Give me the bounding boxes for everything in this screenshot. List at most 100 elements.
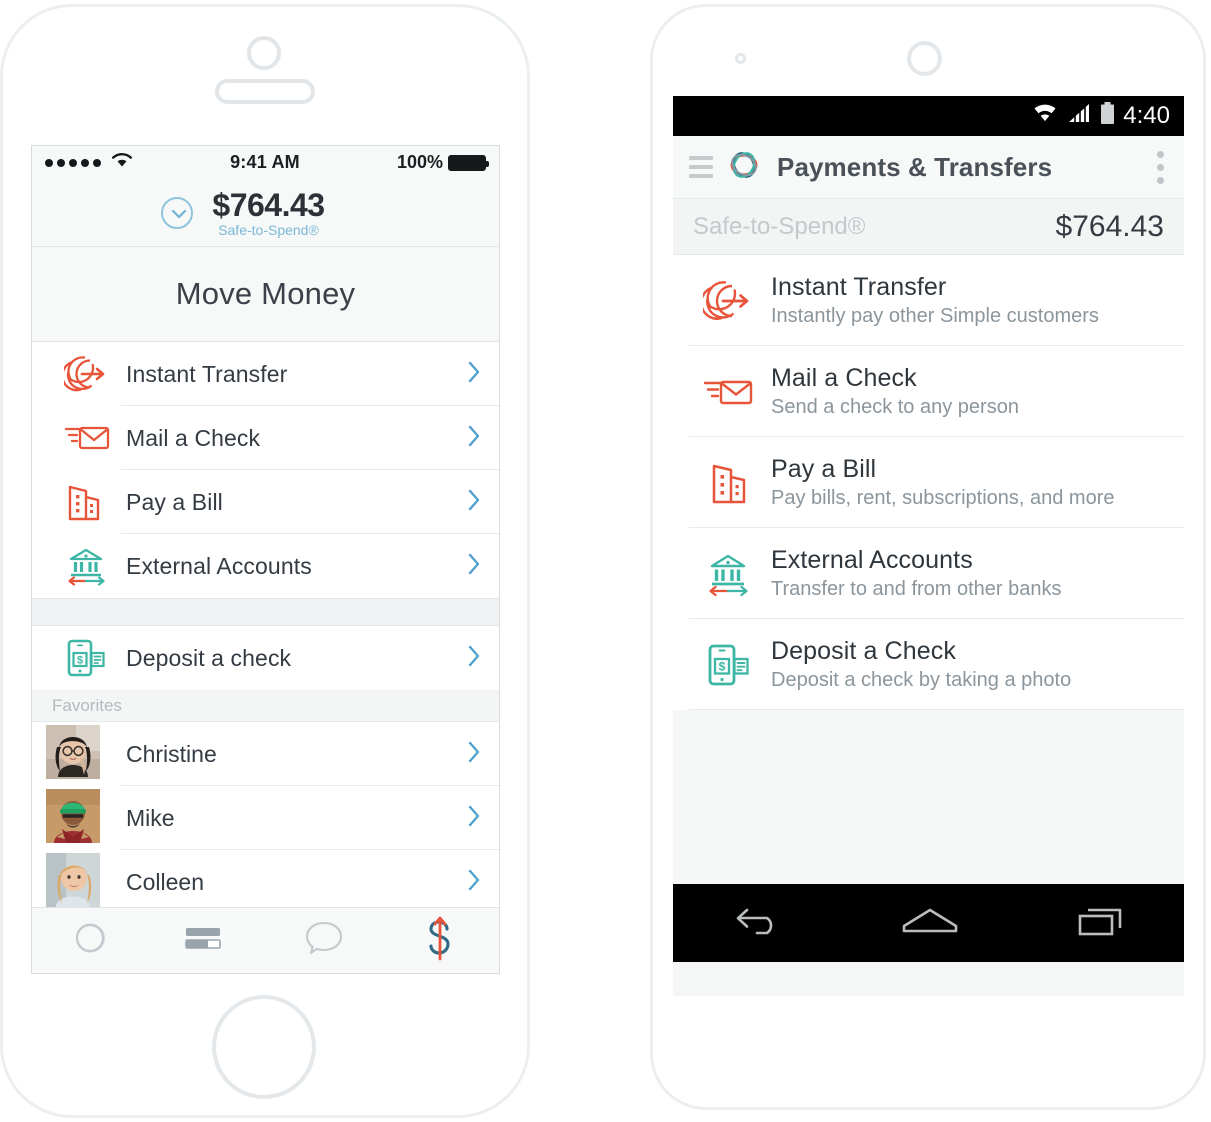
list-section-divider bbox=[32, 598, 499, 626]
avatar-christine bbox=[46, 724, 100, 783]
list-item-label: Mail a Check bbox=[126, 424, 261, 451]
list-item-mail-a-check[interactable]: Mail a Check bbox=[32, 406, 499, 470]
recents-icon[interactable] bbox=[1075, 902, 1127, 945]
favorite-name: Mike bbox=[126, 804, 175, 831]
buildings-icon bbox=[64, 481, 126, 523]
list-item-subtitle: Send a check to any person bbox=[771, 396, 1019, 418]
list-item-deposit-a-check[interactable]: $ Deposit a check bbox=[32, 626, 499, 690]
wifi-icon bbox=[111, 152, 133, 173]
list-item-title: Pay a Bill bbox=[771, 455, 877, 483]
svg-text:$: $ bbox=[719, 659, 726, 673]
list-item-favorite-colleen[interactable]: Colleen bbox=[32, 850, 499, 914]
ios-tab-bar bbox=[32, 907, 499, 973]
chevron-right-icon bbox=[467, 740, 481, 769]
list-item-mail-a-check[interactable]: Mail a Check Send a check to any person bbox=[673, 346, 1184, 437]
ios-safe-to-spend-amount: $764.43 bbox=[212, 186, 325, 223]
tab-home[interactable] bbox=[32, 908, 149, 973]
list-item-subtitle: Instantly pay other Simple customers bbox=[771, 305, 1099, 327]
tab-messages[interactable] bbox=[266, 908, 383, 973]
home-icon[interactable] bbox=[900, 904, 960, 943]
tab-goals[interactable] bbox=[149, 908, 266, 973]
list-item-deposit-a-check[interactable]: $ Deposit a Check Deposit a check by tak… bbox=[673, 619, 1184, 710]
list-item-title: External Accounts bbox=[771, 546, 973, 574]
chevron-right-icon bbox=[467, 424, 481, 453]
battery-full-icon bbox=[448, 154, 489, 171]
iphone-front-camera bbox=[247, 36, 281, 70]
svg-text:$: $ bbox=[77, 655, 83, 667]
list-item-subtitle: Pay bills, rent, subscriptions, and more bbox=[771, 487, 1115, 509]
chevron-right-icon bbox=[467, 488, 481, 517]
instant-transfer-icon bbox=[693, 278, 765, 324]
chevron-down-circle-icon[interactable] bbox=[161, 196, 194, 229]
list-item-label: Instant Transfer bbox=[126, 360, 288, 387]
screenshot-stage: 9:41 AM 100% $764.43 Safe-to-Spend® Move… bbox=[0, 0, 1211, 1122]
list-item-title: Deposit a Check bbox=[771, 637, 956, 665]
android-front-camera bbox=[907, 41, 942, 76]
list-item-external-accounts[interactable]: External Accounts Transfer to and from o… bbox=[673, 528, 1184, 619]
hamburger-menu-icon[interactable] bbox=[689, 156, 713, 178]
chevron-right-icon bbox=[467, 644, 481, 673]
favorite-name: Colleen bbox=[126, 868, 204, 895]
phone-check-icon: $ bbox=[64, 636, 126, 680]
list-item-favorite-christine[interactable]: Christine bbox=[32, 722, 499, 786]
iphone-home-button[interactable] bbox=[212, 995, 316, 1099]
list-item-external-accounts[interactable]: External Accounts bbox=[32, 534, 499, 598]
chevron-right-icon bbox=[467, 360, 481, 389]
list-item-text: Instant Transfer Instantly pay other Sim… bbox=[765, 272, 1168, 329]
android-navigation-bar bbox=[673, 884, 1184, 962]
list-item-instant-transfer[interactable]: Instant Transfer bbox=[32, 342, 499, 406]
avatar-mike bbox=[46, 788, 100, 847]
android-safe-to-spend-bar[interactable]: Safe-to-Spend® $764.43 bbox=[673, 199, 1184, 255]
ios-favorites-list: Christine Mike Colleen bbox=[32, 722, 499, 914]
android-safe-to-spend-amount: $764.43 bbox=[1055, 209, 1164, 243]
instant-transfer-icon bbox=[64, 354, 126, 394]
android-proximity-sensor bbox=[735, 53, 746, 64]
chevron-right-icon bbox=[467, 804, 481, 833]
avatar bbox=[46, 852, 126, 912]
ios-signal-dots bbox=[45, 152, 133, 173]
bank-transfer-icon bbox=[693, 550, 765, 598]
android-status-bar: 4:40 bbox=[673, 96, 1184, 136]
list-item-label: Deposit a check bbox=[126, 644, 292, 671]
list-item-text: Pay a Bill Pay bills, rent, subscription… bbox=[765, 454, 1168, 511]
list-item-instant-transfer[interactable]: Instant Transfer Instantly pay other Sim… bbox=[673, 255, 1184, 346]
back-arrow-icon[interactable] bbox=[731, 902, 785, 945]
dollar-arrow-icon bbox=[421, 913, 461, 968]
list-item-label: External Accounts bbox=[126, 552, 312, 579]
android-toolbar-title: Payments & Transfers bbox=[777, 151, 1053, 182]
ios-secondary-list: $ Deposit a check bbox=[32, 626, 499, 690]
list-item-title: Instant Transfer bbox=[771, 273, 947, 301]
tab-move-money[interactable] bbox=[382, 908, 499, 973]
avatar bbox=[46, 788, 126, 848]
envelope-icon bbox=[693, 373, 765, 411]
iphone-earpiece-speaker bbox=[215, 79, 315, 104]
list-item-text: Deposit a Check Deposit a check by takin… bbox=[765, 636, 1168, 693]
list-item-pay-a-bill[interactable]: Pay a Bill Pay bills, rent, subscription… bbox=[673, 437, 1184, 528]
bank-transfer-icon bbox=[64, 545, 126, 587]
favorite-name: Christine bbox=[126, 740, 217, 767]
ios-clock: 9:41 AM bbox=[230, 152, 300, 172]
list-item-title: Mail a Check bbox=[771, 364, 917, 392]
ios-status-bar: 9:41 AM 100% bbox=[32, 146, 499, 179]
android-screen: 4:40 Payments & Transfers Safe-to-Spend® bbox=[673, 96, 1184, 996]
list-item-text: External Accounts Transfer to and from o… bbox=[765, 545, 1168, 602]
envelope-icon bbox=[64, 421, 126, 455]
list-item-favorite-mike[interactable]: Mike bbox=[32, 786, 499, 850]
android-toolbar: Payments & Transfers bbox=[673, 136, 1184, 199]
android-safe-to-spend-label: Safe-to-Spend® bbox=[693, 212, 866, 240]
goals-bars-icon bbox=[184, 923, 230, 958]
iphone-screen: 9:41 AM 100% $764.43 Safe-to-Spend® Move… bbox=[31, 145, 500, 974]
ios-safe-to-spend-label: Safe-to-Spend® bbox=[218, 221, 319, 238]
ios-safe-to-spend-header[interactable]: $764.43 Safe-to-Spend® bbox=[32, 179, 499, 247]
overflow-menu-icon[interactable] bbox=[1157, 150, 1164, 184]
ios-primary-list: Instant Transfer Mail a Check Pay a Bill… bbox=[32, 342, 499, 598]
buildings-icon bbox=[693, 459, 765, 507]
list-item-subtitle: Deposit a check by taking a photo bbox=[771, 669, 1072, 691]
chevron-right-icon bbox=[467, 552, 481, 581]
wifi-icon bbox=[1031, 102, 1059, 131]
ios-battery-percent: 100% bbox=[396, 152, 443, 172]
list-item-pay-a-bill[interactable]: Pay a Bill bbox=[32, 470, 499, 534]
ios-battery-area: 100% bbox=[396, 152, 489, 173]
avatar bbox=[46, 724, 126, 784]
list-item-subtitle: Transfer to and from other banks bbox=[771, 578, 1062, 600]
